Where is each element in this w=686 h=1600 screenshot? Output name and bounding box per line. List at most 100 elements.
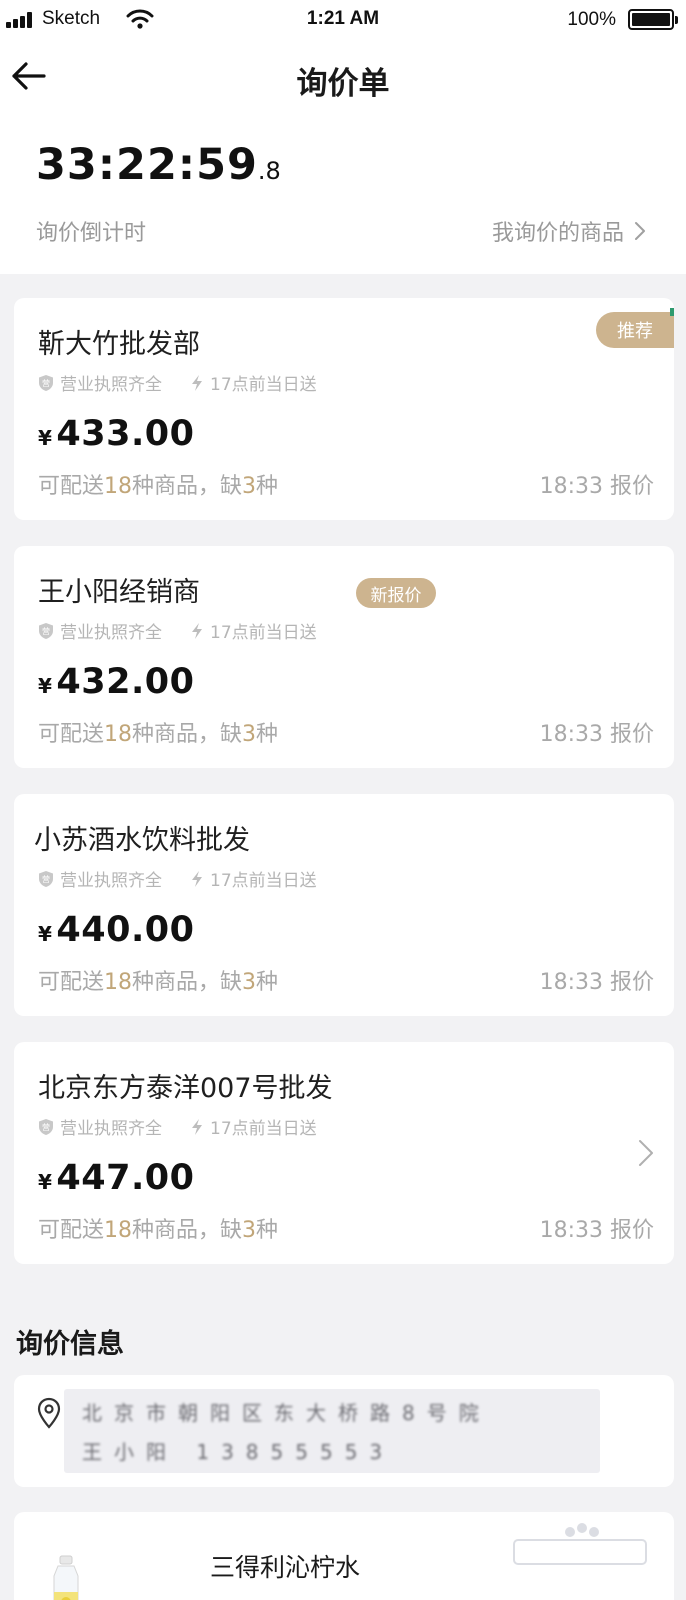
address-card[interactable]: 北京市朝阳区东大桥路8号院 王小阳 13855553 (14, 1375, 674, 1487)
delivery-time-tag-label: 17点前当日送 (210, 375, 317, 395)
delivery-suffix: 种 (256, 1218, 279, 1243)
quote-time: 18:33 报价 (539, 474, 654, 499)
supplier-name: 小苏酒水饮料批发 (34, 825, 250, 856)
license-tag: 营 营业执照齐全 (38, 618, 162, 643)
supplier-tags: 营 营业执照齐全 17点前当日送 (38, 866, 317, 891)
nav-bar: 询价单 (0, 44, 686, 110)
supplier-tags: 营 营业执照齐全 17点前当日送 (38, 618, 317, 643)
license-tag-label: 营业执照齐全 (60, 871, 162, 891)
battery-percent: 100% (567, 9, 616, 30)
lightning-icon (192, 870, 202, 887)
my-inquired-goods-link[interactable]: 我询价的商品 (492, 215, 646, 247)
price: ¥433.00 (38, 414, 194, 454)
delivery-suffix: 种 (256, 474, 279, 499)
countdown-fraction: .8 (257, 157, 281, 185)
location-pin-icon (37, 1397, 61, 1429)
delivery-prefix: 可配送 (38, 474, 105, 499)
supplier-name: 北京东方泰洋007号批发 (38, 1073, 333, 1104)
currency-symbol: ¥ (38, 1170, 53, 1194)
delivery-mid: 种商品，缺 (132, 474, 243, 499)
watermark-logo (513, 1523, 647, 1565)
quote-time: 18:33 报价 (539, 1218, 654, 1243)
chevron-right-icon[interactable] (636, 1138, 656, 1168)
shield-icon: 营 (39, 374, 53, 391)
missing-count: 3 (242, 970, 257, 995)
shield-icon: 营 (39, 870, 53, 887)
supplier-name: 靳大竹批发部 (38, 329, 200, 360)
delivery-summary: 可配送18种商品，缺3种 (38, 1212, 278, 1244)
page-title: 询价单 (296, 66, 390, 102)
supplier-tags: 营 营业执照齐全 17点前当日送 (38, 370, 317, 395)
address-redacted: 北京市朝阳区东大桥路8号院 王小阳 13855553 (64, 1389, 600, 1473)
delivery-time-tag: 17点前当日送 (190, 370, 317, 395)
svg-text:营: 营 (42, 626, 50, 636)
deliverable-count: 18 (104, 474, 133, 499)
countdown-label: 询价倒计时 (36, 221, 147, 246)
supplier-card[interactable]: 王小阳经销商 新报价 营 营业执照齐全 17点前当日送 ¥432.00 可配送1… (14, 546, 674, 768)
supplier-card[interactable]: 靳大竹批发部 推荐 营 营业执照齐全 17点前当日送 ¥433.00 可配送18… (14, 298, 674, 520)
contact-line: 王小阳 13855553 (82, 1440, 395, 1464)
delivery-prefix: 可配送 (38, 722, 105, 747)
deliverable-count: 18 (104, 970, 133, 995)
countdown-main: 33:22:59 (36, 140, 258, 190)
price: ¥432.00 (38, 662, 194, 702)
delivery-summary: 可配送18种商品，缺3种 (38, 468, 278, 500)
delivery-suffix: 种 (256, 722, 279, 747)
supplier-name: 王小阳经销商 (38, 577, 200, 608)
delivery-time-tag-label: 17点前当日送 (210, 623, 317, 643)
quote-time: 18:33 报价 (539, 970, 654, 995)
inquiry-info-title: 询价信息 (16, 1329, 124, 1360)
delivery-time-tag: 17点前当日送 (190, 1114, 317, 1139)
delivery-time-tag: 17点前当日送 (190, 866, 317, 891)
svg-text:营: 营 (42, 1122, 50, 1132)
currency-symbol: ¥ (38, 922, 53, 946)
chevron-right-icon (635, 222, 645, 240)
license-tag-label: 营业执照齐全 (60, 623, 162, 643)
shield-icon: 营 (39, 622, 53, 639)
delivery-suffix: 种 (256, 970, 279, 995)
price-value: 433.00 (56, 414, 195, 454)
supplier-tags: 营 营业执照齐全 17点前当日送 (38, 1114, 317, 1139)
address-line: 北京市朝阳区东大桥路8号院 (82, 1401, 491, 1425)
lightning-icon (192, 374, 202, 391)
deliverable-count: 18 (104, 722, 133, 747)
delivery-mid: 种商品，缺 (132, 970, 243, 995)
recommend-badge: 推荐 (596, 308, 674, 348)
delivery-prefix: 可配送 (38, 1218, 105, 1243)
license-tag: 营 营业执照齐全 (38, 866, 162, 891)
license-tag: 营 营业执照齐全 (38, 1114, 162, 1139)
supplier-card[interactable]: 北京东方泰洋007号批发 营 营业执照齐全 17点前当日送 ¥447.00 可配… (14, 1042, 674, 1264)
product-bottle-image (53, 1555, 79, 1600)
delivery-time-tag-label: 17点前当日送 (210, 871, 317, 891)
new-quote-badge: 新报价 (356, 578, 436, 608)
price-value: 432.00 (56, 662, 195, 702)
my-inquired-goods-label: 我询价的商品 (491, 221, 624, 246)
svg-text:营: 营 (42, 874, 50, 884)
price-value: 440.00 (56, 910, 195, 950)
quote-time: 18:33 报价 (539, 722, 654, 747)
shield-icon: 营 (39, 1118, 53, 1135)
price-value: 447.00 (56, 1158, 195, 1198)
missing-count: 3 (242, 474, 257, 499)
arrow-left-icon (12, 62, 46, 90)
license-tag: 营 营业执照齐全 (38, 370, 162, 395)
missing-count: 3 (242, 1218, 257, 1243)
delivery-mid: 种商品，缺 (132, 722, 243, 747)
lightning-icon (192, 622, 202, 639)
delivery-time-tag: 17点前当日送 (190, 618, 317, 643)
price: ¥447.00 (38, 1158, 194, 1198)
delivery-summary: 可配送18种商品，缺3种 (38, 716, 278, 748)
currency-symbol: ¥ (38, 674, 53, 698)
license-tag-label: 营业执照齐全 (60, 1119, 162, 1139)
countdown-timer: 33:22:59.8 (36, 140, 281, 190)
delivery-prefix: 可配送 (38, 970, 105, 995)
delivery-mid: 种商品，缺 (132, 1218, 243, 1243)
deliverable-count: 18 (104, 1218, 133, 1243)
back-button[interactable] (8, 56, 52, 96)
lightning-icon (192, 1118, 202, 1135)
delivery-time-tag-label: 17点前当日送 (210, 1119, 317, 1139)
battery-icon (628, 9, 678, 30)
supplier-card[interactable]: 小苏酒水饮料批发 营 营业执照齐全 17点前当日送 ¥440.00 可配送18种… (14, 794, 674, 1016)
currency-symbol: ¥ (38, 426, 53, 450)
svg-text:营: 营 (42, 378, 50, 388)
